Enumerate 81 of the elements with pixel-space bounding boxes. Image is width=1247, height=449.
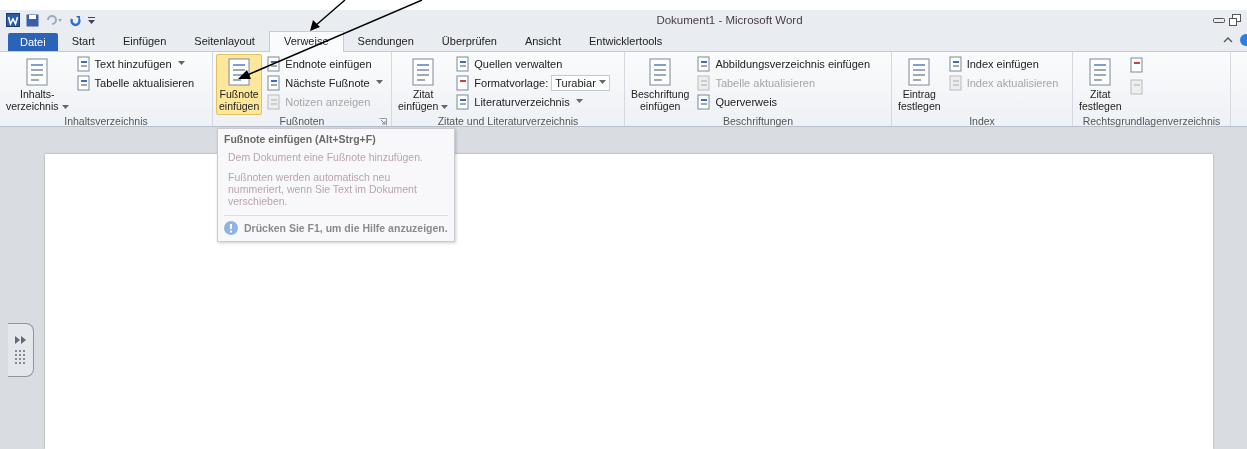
item-label: Querverweis bbox=[715, 95, 778, 108]
document-icon bbox=[696, 93, 713, 110]
ribbon-tab[interactable]: Datei bbox=[8, 33, 58, 51]
ribbon-item[interactable]: Abbildungsverzeichnis einfügen bbox=[696, 55, 871, 72]
ribbon-button[interactable]: Zitat einfügen bbox=[395, 54, 452, 115]
ribbon-item[interactable]: Index einfügen bbox=[947, 55, 1059, 72]
document-icon bbox=[266, 55, 283, 72]
collapse-ribbon-icon[interactable] bbox=[1223, 36, 1233, 44]
ribbon-tab[interactable]: Sendungen bbox=[343, 32, 428, 51]
item-label: Notizen anzeigen bbox=[285, 95, 371, 108]
group-label: Index bbox=[969, 115, 995, 127]
ribbon-item[interactable]: Nächste Fußnote bbox=[266, 74, 383, 91]
item-label: Endnote einfügen bbox=[285, 57, 372, 70]
ribbon-tab[interactable]: Überprüfen bbox=[427, 32, 511, 51]
ribbon-tab[interactable]: Start bbox=[57, 32, 109, 51]
caret-icon bbox=[575, 99, 583, 104]
caret-icon bbox=[61, 104, 69, 110]
window-title: Dokument1 - Microsoft Word bbox=[655, 14, 804, 26]
ribbon-button[interactable]: Beschriftung einfügen bbox=[628, 54, 693, 115]
dialog-launcher-icon[interactable] bbox=[379, 118, 387, 126]
item-label: Text hinzufügen bbox=[94, 57, 172, 70]
document-icon[interactable] bbox=[1128, 57, 1145, 73]
ribbon-tab[interactable]: Seitenlayout bbox=[180, 32, 269, 51]
ribbon-button[interactable]: Inhalts- verzeichnis bbox=[3, 54, 72, 115]
style-dropdown[interactable]: Turabiar bbox=[551, 74, 610, 91]
caret-icon bbox=[177, 61, 185, 66]
item-label: Quellen verwalten bbox=[474, 57, 563, 70]
item-label: Index einfügen bbox=[966, 57, 1039, 70]
document-icon bbox=[455, 55, 472, 72]
item-label: Tabelle aktualisieren bbox=[94, 76, 195, 89]
group-label: Beschriftungen bbox=[722, 115, 793, 127]
caret-icon bbox=[598, 80, 606, 85]
field-label: Formatvorlage: bbox=[474, 76, 549, 89]
document-icon bbox=[696, 74, 713, 91]
minimize-icon[interactable] bbox=[1213, 16, 1225, 24]
document-icon bbox=[75, 74, 92, 91]
group-label: Rechtsgrundlagenverzeichnis bbox=[1082, 115, 1221, 127]
grid-icon bbox=[14, 350, 27, 364]
ribbon-item[interactable]: Endnote einfügen bbox=[266, 55, 383, 72]
item-label: Nächste Fußnote bbox=[285, 76, 370, 89]
save-icon[interactable] bbox=[26, 13, 39, 27]
item-label: Abbildungsverzeichnis einfügen bbox=[715, 57, 871, 70]
caret-icon bbox=[441, 104, 449, 110]
ribbon-item[interactable]: Quellen verwalten bbox=[455, 55, 610, 72]
ribbon-tab[interactable]: Verweise bbox=[268, 31, 344, 52]
group-label: Inhaltsverzeichnis bbox=[64, 115, 148, 127]
ribbon-tab[interactable]: Entwicklertools bbox=[574, 32, 677, 51]
ribbon-tab[interactable]: Einfügen bbox=[108, 32, 181, 51]
ribbon-tab[interactable]: Ansicht bbox=[510, 32, 575, 51]
document-icon bbox=[696, 55, 713, 72]
panel-toggle-button[interactable] bbox=[8, 323, 34, 377]
ribbon-item[interactable]: Querverweis bbox=[696, 93, 871, 110]
tooltip-text: Fußnoten werden automatisch neu nummeriert, wenn Sie Text im Dokument verschieben. bbox=[228, 171, 418, 207]
group-label: Zitate und Literaturverzeichnis bbox=[437, 115, 579, 127]
document-icon bbox=[455, 74, 472, 91]
document-icon bbox=[947, 74, 964, 91]
caret-icon bbox=[375, 80, 383, 85]
ribbon-button[interactable]: Fußnote einfügen bbox=[216, 54, 263, 115]
document-icon bbox=[947, 55, 964, 72]
document-icon bbox=[75, 55, 92, 72]
redo-icon[interactable] bbox=[69, 13, 82, 27]
document-icon bbox=[266, 74, 283, 91]
ribbon-button[interactable]: Zitat festlegen bbox=[1076, 54, 1125, 115]
item-label: Index aktualisieren bbox=[966, 76, 1059, 89]
item-label: Tabelle aktualisieren bbox=[715, 76, 816, 89]
ribbon-item[interactable]: Formatvorlage: Turabiar bbox=[455, 74, 610, 91]
tooltip-text: Dem Dokument eine Fußnote hinzufügen. bbox=[228, 151, 424, 163]
ribbon-item[interactable]: Text hinzufügen bbox=[75, 55, 195, 72]
expand-icon bbox=[14, 336, 27, 344]
ribbon-button[interactable]: Eintrag festlegen bbox=[895, 54, 944, 115]
customize-icon[interactable] bbox=[88, 14, 96, 26]
tooltip-title: Fußnote einfügen (Alt+Strg+F) bbox=[224, 133, 377, 145]
item-label: Literaturverzeichnis bbox=[474, 95, 570, 108]
document-icon bbox=[266, 93, 283, 110]
ribbon-item[interactable]: Literaturverzeichnis bbox=[455, 93, 610, 110]
restore-icon[interactable] bbox=[1229, 14, 1241, 26]
ribbon-item[interactable]: Tabelle aktualisieren bbox=[75, 74, 195, 91]
document-icon bbox=[455, 93, 472, 110]
group-label: Fußnoten bbox=[279, 115, 325, 127]
help-hint: Drücken Sie F1, um die Hilfe anzuzeigen. bbox=[244, 222, 448, 234]
word-logo-icon[interactable] bbox=[6, 13, 20, 27]
